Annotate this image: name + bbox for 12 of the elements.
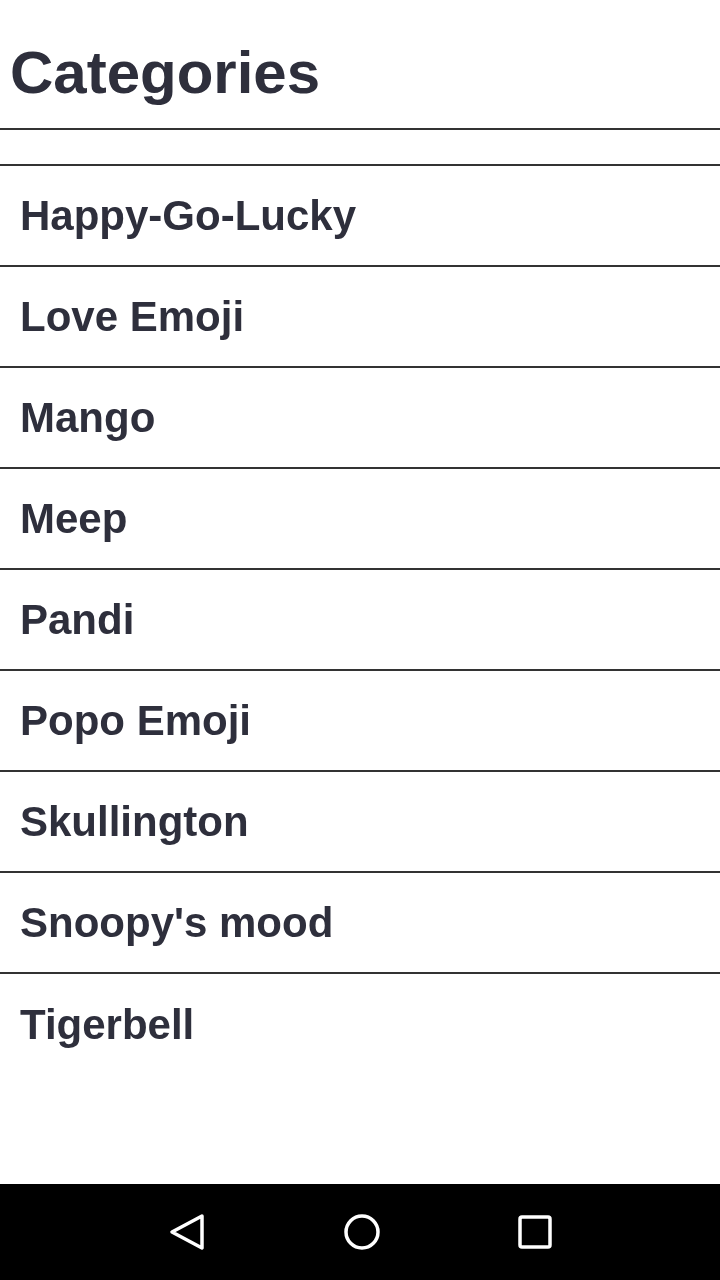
category-item[interactable]: Happy-Go-Lucky (0, 166, 720, 267)
category-item[interactable]: Tigerbell (0, 974, 720, 1075)
recents-icon[interactable] (516, 1214, 553, 1250)
category-item[interactable]: Popo Emoji (0, 671, 720, 772)
category-item[interactable]: Meep (0, 469, 720, 570)
category-item[interactable]: Mango (0, 368, 720, 469)
category-item[interactable]: Love Emoji (0, 267, 720, 368)
category-item[interactable]: Pandi (0, 570, 720, 671)
page-title: Categories (0, 0, 720, 130)
home-icon[interactable] (342, 1212, 382, 1252)
category-item[interactable]: Snoopy's mood (0, 873, 720, 974)
category-item[interactable]: Skullington (0, 772, 720, 873)
